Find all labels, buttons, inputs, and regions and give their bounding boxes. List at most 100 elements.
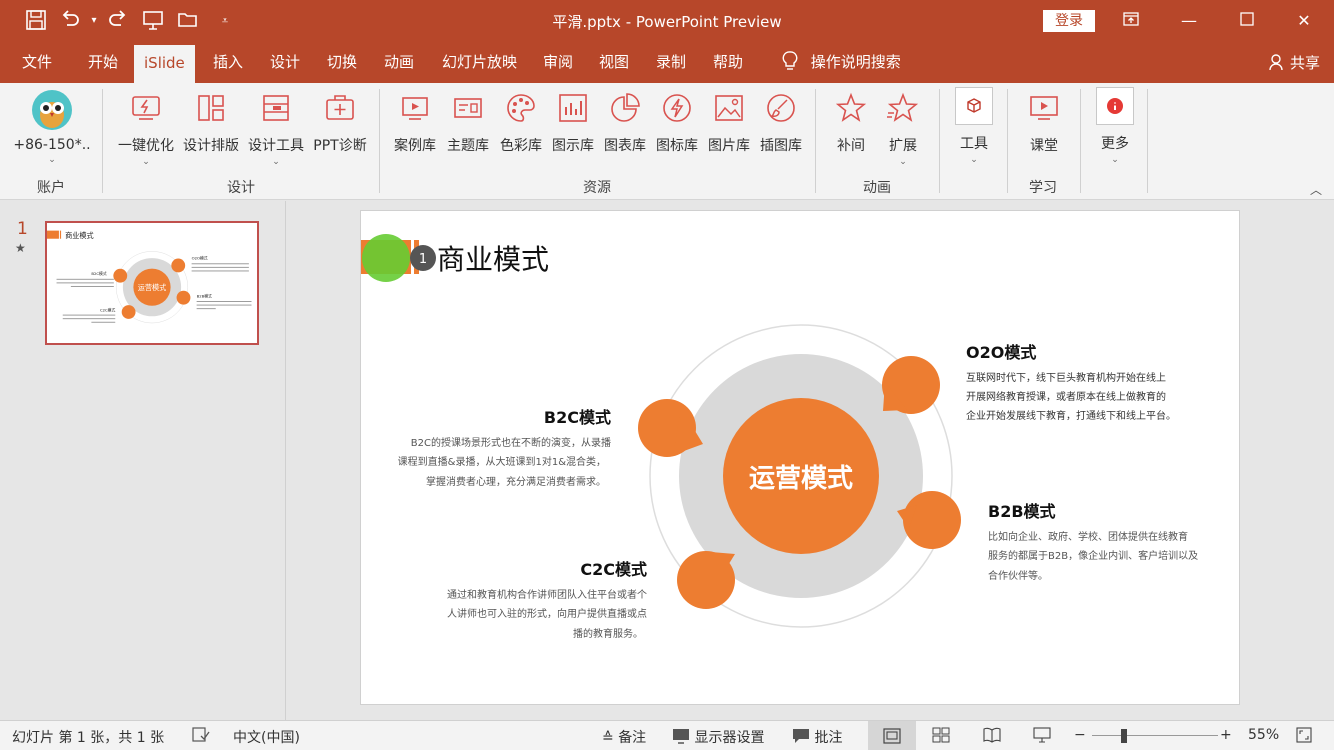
tab-insert[interactable]: 插入 — [203, 43, 253, 83]
theme-library-button[interactable]: 主题库 — [442, 91, 494, 155]
diagram-library-label: 图示库 — [552, 138, 594, 154]
theme-library-label: 主题库 — [447, 138, 489, 154]
notes-button[interactable]: ≙ 备注 — [602, 727, 646, 747]
tab-help[interactable]: 帮助 — [703, 43, 753, 83]
more-label: 更多 — [1101, 136, 1129, 152]
monitor-icon — [672, 729, 694, 746]
account-button[interactable]: +86-150*.. ⌄ — [12, 89, 92, 165]
chart-library-button[interactable]: 图表库 — [599, 91, 651, 155]
stars-icon — [886, 91, 920, 125]
group-label-resources: 资源 — [583, 180, 611, 196]
chevron-down-icon: ⌄ — [48, 155, 56, 165]
zoom-slider[interactable] — [1092, 735, 1218, 736]
classroom-button[interactable]: 课堂 — [1022, 91, 1066, 155]
reading-view-icon[interactable] — [983, 727, 1001, 747]
zoom-in-icon[interactable]: + — [1220, 727, 1232, 743]
slide-title[interactable]: 商业模式 — [437, 243, 549, 276]
ppt-diagnose-button[interactable]: PPT诊断 — [309, 91, 371, 155]
tab-design[interactable]: 设计 — [260, 43, 310, 83]
maximize-icon[interactable] — [1224, 6, 1270, 36]
tab-view[interactable]: 视图 — [589, 43, 639, 83]
ribbon-islide: +86-150*.. ⌄ 账户 一键优化 ⌄ 设计排版 设计工具 ⌄ PPT诊断… — [0, 83, 1334, 200]
tab-review[interactable]: 审阅 — [533, 43, 583, 83]
language-status[interactable]: 中文(中国) — [233, 727, 300, 747]
image-library-button[interactable]: 图片库 — [703, 91, 755, 155]
chevron-down-icon: ⌄ — [272, 157, 280, 167]
one-click-optimize-label: 一键优化 — [118, 138, 174, 154]
comment-icon — [792, 729, 814, 746]
tween-button[interactable]: 补间 — [828, 91, 874, 155]
diagram-library-button[interactable]: 图示库 — [547, 91, 599, 155]
color-library-button[interactable]: 色彩库 — [495, 91, 547, 155]
slide-sorter-icon[interactable] — [932, 727, 950, 747]
extend-button[interactable]: 扩展 ⌄ — [880, 91, 926, 167]
zoom-slider-thumb[interactable] — [1121, 729, 1127, 743]
tab-islide[interactable]: iSlide — [134, 43, 195, 83]
thumb-b2b-label: B2B模式 — [197, 293, 212, 298]
pie-chart-icon — [608, 91, 642, 125]
design-tools-icon — [259, 91, 293, 125]
tab-animations[interactable]: 动画 — [374, 43, 424, 83]
thumb-o2o-label: O2O模式 — [192, 256, 208, 261]
o2o-bubble[interactable] — [882, 356, 940, 414]
group-divider — [102, 89, 103, 193]
slide-thumbnail[interactable]: 商业模式 运营模式 B2C模式 O2O模式 C2C模式 B2B模式 — [45, 221, 259, 345]
tell-me-search[interactable]: 操作说明搜索 — [772, 43, 911, 83]
minimize-icon[interactable]: — — [1166, 6, 1212, 36]
tab-slideshow[interactable]: 幻灯片放映 — [432, 43, 527, 83]
video-lesson-icon — [1027, 91, 1061, 125]
zoom-out-icon[interactable]: − — [1074, 727, 1086, 743]
chevron-down-icon: ⌄ — [899, 157, 907, 167]
display-settings-button[interactable]: 显示器设置 — [672, 727, 764, 747]
normal-view-button[interactable] — [868, 721, 916, 750]
tab-record[interactable]: 录制 — [646, 43, 696, 83]
case-library-button[interactable]: 案例库 — [389, 91, 441, 155]
c2c-bubble[interactable] — [677, 551, 735, 609]
design-layout-button[interactable]: 设计排版 — [180, 91, 242, 155]
thumb-b2c-label: B2C模式 — [91, 271, 106, 276]
animation-star-icon: ★ — [15, 241, 26, 255]
tab-home[interactable]: 开始 — [78, 43, 128, 83]
tab-file[interactable]: 文件 — [12, 43, 62, 83]
share-button[interactable]: 共享 — [1269, 43, 1320, 83]
ribbon-display-icon[interactable] — [1108, 6, 1154, 36]
image-icon — [712, 91, 746, 125]
close-icon[interactable]: ✕ — [1281, 6, 1327, 36]
more-button[interactable]: 更多 ⌄ — [1093, 87, 1137, 165]
center-label: 运营模式 — [749, 464, 853, 494]
tab-transitions[interactable]: 切换 — [317, 43, 367, 83]
illustration-library-label: 插图库 — [760, 138, 802, 154]
icon-library-label: 图标库 — [656, 138, 698, 154]
collapse-ribbon-icon[interactable]: ︿ — [1310, 181, 1322, 198]
cursor-highlight — [362, 234, 410, 282]
group-label-design: 设计 — [227, 180, 255, 196]
login-button[interactable]: 登录 — [1043, 10, 1095, 32]
slide-content: 1 商业模式 运营模式 B2C模式 B2C的授课场景形式也在不断的演变，从录播 … — [361, 234, 1198, 640]
design-tools-button[interactable]: 设计工具 ⌄ — [245, 91, 307, 167]
tools-label: 工具 — [960, 136, 988, 152]
thumb-c2c-label: C2C模式 — [100, 307, 116, 312]
fit-to-window-icon[interactable] — [1296, 727, 1312, 747]
display-settings-label: 显示器设置 — [694, 730, 765, 746]
comments-button[interactable]: 批注 — [792, 727, 842, 747]
c2c-line-2: 人讲师也可入驻的形式，向用户提供直播或点 — [447, 607, 647, 620]
group-divider — [1080, 89, 1081, 193]
b2b-line-2: 服务的都属于B2B，像企业内训、客户培训以及 — [988, 549, 1198, 562]
optimize-icon — [129, 91, 163, 125]
info-icon — [1096, 87, 1134, 125]
tools-button[interactable]: 工具 ⌄ — [952, 87, 996, 165]
share-label: 共享 — [1289, 54, 1320, 72]
star-icon — [834, 91, 868, 125]
zoom-level[interactable]: 55% — [1248, 727, 1279, 743]
brush-icon — [764, 91, 798, 125]
slide[interactable]: 1 商业模式 运营模式 B2C模式 B2C的授课场景形式也在不断的演变，从录播 … — [360, 210, 1240, 705]
icon-library-button[interactable]: 图标库 — [651, 91, 703, 155]
illustration-library-button[interactable]: 插图库 — [755, 91, 807, 155]
slideshow-view-icon[interactable] — [1033, 727, 1051, 747]
lightbulb-icon — [782, 51, 803, 71]
spellcheck-icon[interactable] — [192, 727, 210, 747]
one-click-optimize-button[interactable]: 一键优化 ⌄ — [114, 91, 178, 167]
classroom-label: 课堂 — [1030, 138, 1058, 154]
theme-library-icon — [451, 91, 485, 125]
lightning-icon — [660, 91, 694, 125]
